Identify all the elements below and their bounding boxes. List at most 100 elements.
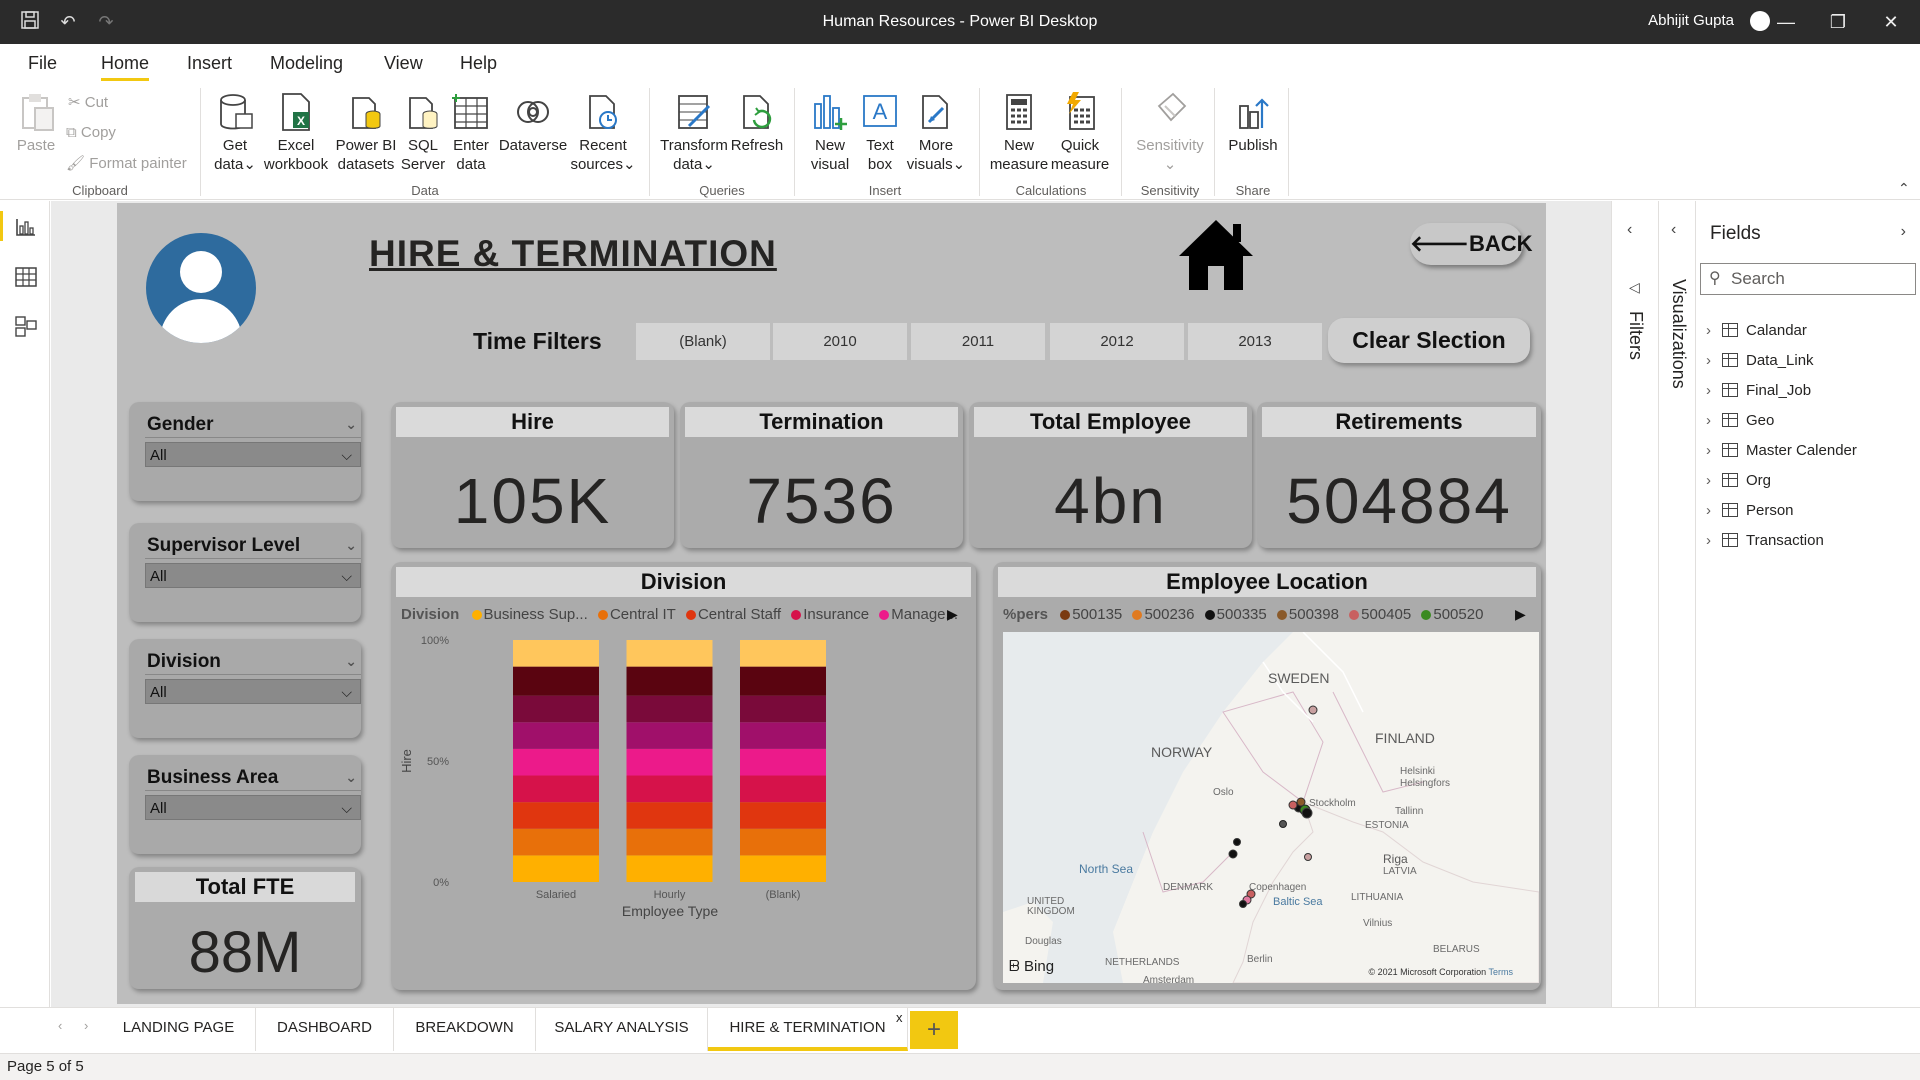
paste-label: Paste bbox=[16, 137, 56, 154]
collapse-ribbon-icon[interactable]: ⌃ bbox=[1898, 180, 1910, 197]
excel-workbook-button[interactable]: X Excel workbook bbox=[262, 92, 330, 174]
collapse-filters-icon[interactable]: ‹ bbox=[1627, 221, 1632, 239]
get-data-button[interactable]: Get data⌄ bbox=[210, 92, 260, 174]
menu-insert[interactable]: Insert bbox=[187, 53, 232, 74]
menu-file[interactable]: File bbox=[28, 53, 57, 74]
legend-item[interactable]: Business Sup... bbox=[471, 606, 588, 623]
menu-view[interactable]: View bbox=[384, 53, 423, 74]
more-visuals-button[interactable]: More visuals⌄ bbox=[906, 92, 966, 174]
legend-item[interactable]: 500135 bbox=[1060, 606, 1122, 623]
time-filter-2012[interactable]: 2012 bbox=[1050, 323, 1184, 360]
field-table-person[interactable]: › Person bbox=[1706, 501, 1794, 521]
transform-data-button[interactable]: Transform data⌄ bbox=[659, 92, 729, 174]
tab-next-icon[interactable]: › bbox=[84, 1018, 88, 1033]
user-name[interactable]: Abhijit Gupta bbox=[1648, 12, 1734, 29]
time-filter-blank[interactable]: (Blank) bbox=[636, 323, 770, 360]
field-table-final-job[interactable]: › Final_Job bbox=[1706, 381, 1811, 401]
tab-breakdown[interactable]: BREAKDOWN bbox=[394, 1008, 536, 1051]
format-painter-label: Format painter bbox=[89, 155, 187, 172]
slicer-gender-dropdown[interactable]: All ⌵ bbox=[145, 442, 361, 467]
menu-home[interactable]: Home bbox=[101, 53, 149, 74]
tab-dashboard[interactable]: DASHBOARD bbox=[256, 1008, 394, 1051]
time-filter-2011[interactable]: 2011 bbox=[911, 323, 1045, 360]
tab-prev-icon[interactable]: ‹ bbox=[58, 1018, 62, 1033]
bing-map[interactable]: SWEDEN FINLAND NORWAY Oslo Stockholm Hel… bbox=[1003, 632, 1539, 983]
copy-icon: ⧉ bbox=[66, 124, 77, 141]
paste-button[interactable]: Paste bbox=[14, 92, 58, 155]
fields-search-input[interactable]: ⚲ Search bbox=[1700, 263, 1916, 295]
close-tab-icon[interactable]: x bbox=[896, 1010, 903, 1025]
legend-item[interactable]: 500236 bbox=[1132, 606, 1195, 623]
time-filter-2013[interactable]: 2013 bbox=[1188, 323, 1322, 360]
model-view-icon[interactable] bbox=[14, 315, 38, 337]
legend-item[interactable]: 500335 bbox=[1204, 606, 1267, 623]
user-avatar[interactable] bbox=[1750, 11, 1770, 31]
data-view-icon[interactable] bbox=[14, 266, 38, 288]
quick-measure-button[interactable]: Quick measure bbox=[1050, 92, 1110, 174]
legend-item[interactable]: Central Staff bbox=[685, 606, 781, 623]
slicer-business-area-dropdown[interactable]: All ⌵ bbox=[145, 795, 361, 820]
collapse-fields-icon[interactable]: › bbox=[1901, 223, 1906, 241]
terms-link[interactable]: Terms bbox=[1489, 967, 1514, 977]
clear-selection-button[interactable]: Clear Slection bbox=[1328, 318, 1530, 363]
minimize-icon[interactable]: — bbox=[1771, 10, 1801, 34]
home-icon[interactable] bbox=[1177, 218, 1255, 290]
visualizations-pane[interactable]: ‹ Visualizations bbox=[1659, 201, 1695, 1051]
legend-item[interactable]: 500520 bbox=[1421, 606, 1483, 623]
legend-next-icon[interactable]: ▶ bbox=[1515, 606, 1526, 623]
chevron-down-icon: ⌄ bbox=[345, 769, 357, 785]
new-measure-button[interactable]: New measure bbox=[988, 92, 1050, 174]
field-table-geo[interactable]: › Geo bbox=[1706, 411, 1774, 431]
slicer-title[interactable]: Division ⌄ bbox=[145, 648, 361, 675]
ribbon-separator bbox=[1121, 88, 1122, 196]
dataverse-button[interactable]: Dataverse bbox=[496, 92, 570, 155]
enter-data-button[interactable]: Enter data bbox=[448, 92, 494, 174]
slicer-title[interactable]: Gender ⌄ bbox=[145, 411, 361, 438]
time-filter-2010[interactable]: 2010 bbox=[773, 323, 907, 360]
bar-segment bbox=[626, 828, 713, 856]
collapse-visualizations-icon[interactable]: ‹ bbox=[1671, 221, 1676, 239]
field-table-calandar[interactable]: › Calandar bbox=[1706, 321, 1807, 341]
tab-landing-page[interactable]: LANDING PAGE bbox=[102, 1008, 256, 1051]
field-table-data-link[interactable]: › Data_Link bbox=[1706, 351, 1814, 371]
slicer-title[interactable]: Business Area ⌄ bbox=[145, 764, 361, 791]
active-menu-underline bbox=[101, 78, 149, 81]
visualizations-label[interactable]: Visualizations bbox=[1668, 279, 1689, 389]
legend-item[interactable]: Insurance bbox=[791, 606, 869, 623]
publish-button[interactable]: Publish bbox=[1222, 92, 1284, 155]
report-view-icon[interactable] bbox=[14, 216, 38, 238]
menu-modeling[interactable]: Modeling bbox=[270, 53, 343, 74]
sensitivity-button[interactable]: Sensitivity ⌄ bbox=[1130, 92, 1210, 174]
tab-salary-analysis[interactable]: SALARY ANALYSIS bbox=[536, 1008, 708, 1051]
legend-next-icon[interactable]: ▶ bbox=[947, 606, 958, 623]
new-visual-button[interactable]: New visual bbox=[806, 92, 854, 174]
field-table-transaction[interactable]: › Transaction bbox=[1706, 531, 1824, 551]
field-table-master-calender[interactable]: › Master Calender bbox=[1706, 441, 1857, 461]
refresh-button[interactable]: Refresh bbox=[730, 92, 784, 155]
sql-server-button[interactable]: SQL Server bbox=[400, 92, 446, 174]
tab-hire-termination[interactable]: HIRE & TERMINATION bbox=[708, 1008, 908, 1051]
legend-item[interactable]: 500398 bbox=[1276, 606, 1339, 623]
recent-sources-button[interactable]: Recent sources⌄ bbox=[568, 92, 638, 174]
copy-button[interactable]: ⧉ Copy bbox=[66, 124, 116, 141]
slicer-supervisor-dropdown[interactable]: All ⌵ bbox=[145, 563, 361, 588]
slicer-title[interactable]: Supervisor Level ⌄ bbox=[145, 532, 361, 559]
kpi-value: 105K bbox=[453, 465, 612, 537]
power-bi-datasets-button[interactable]: Power BI datasets bbox=[332, 92, 400, 174]
division-chart-panel: Division Division Business Sup... Centra… bbox=[391, 562, 976, 990]
legend-item[interactable]: Central IT bbox=[597, 606, 676, 623]
add-page-button[interactable]: + bbox=[910, 1011, 958, 1049]
menu-help[interactable]: Help bbox=[460, 53, 497, 74]
pbi-label-2: datasets bbox=[337, 156, 395, 173]
slicer-division-dropdown[interactable]: All ⌵ bbox=[145, 679, 361, 704]
filters-label[interactable]: Filters bbox=[1625, 311, 1646, 360]
restore-icon[interactable]: ❐ bbox=[1823, 10, 1853, 34]
back-button[interactable]: 🡐BACK bbox=[1410, 223, 1533, 265]
cut-button[interactable]: ✂ Cut bbox=[68, 93, 108, 111]
close-icon[interactable]: ✕ bbox=[1876, 10, 1906, 34]
legend-item[interactable]: 500405 bbox=[1349, 606, 1411, 623]
format-painter-button[interactable]: 🖌 Format painter bbox=[66, 154, 187, 172]
field-table-org[interactable]: › Org bbox=[1706, 471, 1771, 491]
text-box-button[interactable]: A Text box bbox=[856, 92, 904, 174]
filters-pane[interactable]: ‹ ◁ Filters bbox=[1612, 201, 1658, 1051]
